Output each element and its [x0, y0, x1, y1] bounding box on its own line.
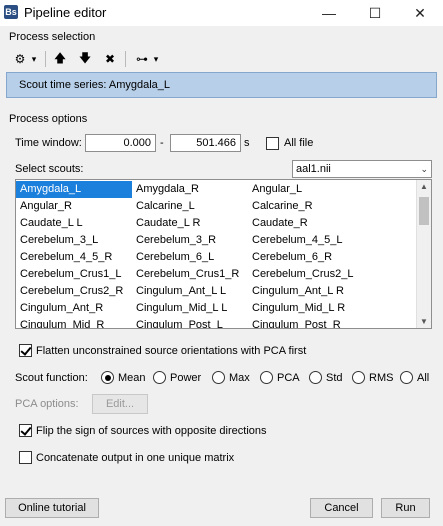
scout-item[interactable]: Cingulum_Post_R: [248, 317, 362, 328]
scout-item[interactable]: Caudate_L R: [132, 215, 246, 232]
scout-item[interactable]: Cingulum_Ant_R: [16, 300, 132, 317]
time-window-end-input[interactable]: 501.466: [170, 134, 241, 152]
gear-icon[interactable]: ⚙: [12, 50, 28, 68]
scout-function-radio[interactable]: [153, 371, 166, 384]
scout-function-radio[interactable]: [400, 371, 413, 384]
scout-item[interactable]: Caudate_L L: [16, 215, 132, 232]
atlas-dropdown[interactable]: aal1.nii ⌄: [292, 160, 432, 178]
scout-function-option-label: Power: [170, 372, 202, 384]
scout-item[interactable]: Cerebelum_Crus1_L: [16, 266, 132, 283]
close-icon[interactable]: ✕: [397, 0, 443, 26]
scout-function-radio[interactable]: [260, 371, 273, 384]
atlas-dropdown-value: aal1.nii: [296, 163, 331, 175]
time-window-unit: s: [244, 137, 250, 149]
scout-item[interactable]: Cingulum_Post_L: [132, 317, 246, 328]
scout-item[interactable]: Cerebelum_3_R: [132, 232, 246, 249]
move-up-arrow-icon[interactable]: 🡅: [52, 50, 68, 68]
gear-menu-chevron-down-icon[interactable]: ▾: [29, 50, 39, 68]
scout-function-option-label: RMS: [369, 372, 394, 384]
scout-item[interactable]: Amygdala_L: [16, 181, 132, 198]
scout-item[interactable]: Angular_L: [248, 181, 362, 198]
scout-function-radio[interactable]: [212, 371, 225, 384]
scout-function-option-label: Mean: [118, 372, 146, 384]
pipeline-tree-icon[interactable]: ⊶: [134, 50, 150, 68]
scout-item[interactable]: Cerebelum_4_5_L: [248, 232, 362, 249]
scout-function-option-label: Max: [229, 372, 250, 384]
scout-function-option-label: Std: [326, 372, 343, 384]
scout-function-option-label: All: [417, 372, 430, 384]
chevron-down-icon: ⌄: [420, 164, 428, 174]
all-file-label: All file: [284, 137, 314, 149]
pca-edit-button[interactable]: Edit...: [92, 394, 148, 414]
scout-list-scrollbar[interactable]: ▲ ▼: [416, 180, 431, 328]
flip-sign-label: Flip the sign of sources with opposite d…: [36, 425, 267, 437]
flatten-orientations-label: Flatten unconstrained source orientation…: [36, 345, 307, 357]
title-bar: Bs Pipeline editor — ☐ ✕: [0, 0, 443, 26]
scout-function-radio[interactable]: [101, 371, 114, 384]
window-title: Pipeline editor: [24, 5, 107, 20]
time-window-label: Time window:: [15, 137, 82, 149]
scout-item[interactable]: Cerebelum_4_5_R: [16, 249, 132, 266]
scout-item[interactable]: Cerebelum_6_L: [132, 249, 246, 266]
select-scouts-label: Select scouts:: [15, 163, 84, 175]
scout-function-option-label: PCA: [277, 372, 300, 384]
scout-item[interactable]: Cerebelum_3_L: [16, 232, 132, 249]
concatenate-label: Concatenate output in one unique matrix: [36, 452, 235, 464]
scout-list[interactable]: Amygdala_L Amygdala_R Angular_L Angular_R Ca…: [15, 179, 432, 329]
time-window-start-input[interactable]: 0.000: [85, 134, 156, 152]
pca-options-label: PCA options:: [15, 398, 79, 410]
concatenate-checkbox[interactable]: [19, 451, 32, 464]
selected-process-item[interactable]: Scout time series: Amygdala_L: [6, 72, 437, 98]
tree-menu-chevron-down-icon[interactable]: ▾: [151, 50, 161, 68]
scout-item[interactable]: Cerebelum_Crus2_L: [248, 266, 362, 283]
scroll-up-arrow-icon[interactable]: ▲: [420, 182, 428, 191]
scout-function-radio[interactable]: [352, 371, 365, 384]
minimize-icon[interactable]: —: [306, 0, 352, 26]
time-window-separator: -: [160, 137, 164, 149]
scout-function-label: Scout function:: [15, 372, 88, 384]
scout-item[interactable]: Cingulum_Mid_R: [16, 317, 132, 328]
scout-item[interactable]: Cingulum_Mid_L R: [248, 300, 362, 317]
scout-item[interactable]: Calcarine_R: [248, 198, 362, 215]
online-tutorial-button[interactable]: Online tutorial: [5, 498, 99, 518]
flatten-orientations-checkbox[interactable]: [19, 344, 32, 357]
scout-item[interactable]: Cingulum_Ant_L R: [248, 283, 362, 300]
flip-sign-checkbox[interactable]: [19, 424, 32, 437]
scout-item[interactable]: Cingulum_Mid_L L: [132, 300, 246, 317]
scout-item[interactable]: Cerebelum_Crus1_R: [132, 266, 246, 283]
toolbar-divider: [45, 51, 46, 67]
scout-item[interactable]: Cerebelum_6_R: [248, 249, 362, 266]
scout-item[interactable]: Amygdala_R: [132, 181, 246, 198]
delete-process-icon[interactable]: ✖: [102, 50, 118, 68]
scout-item[interactable]: Cingulum_Ant_L L: [132, 283, 246, 300]
run-button[interactable]: Run: [381, 498, 430, 518]
maximize-icon[interactable]: ☐: [352, 0, 398, 26]
scroll-down-arrow-icon[interactable]: ▼: [420, 317, 428, 326]
scout-item[interactable]: Cerebelum_Crus2_R: [16, 283, 132, 300]
move-down-arrow-icon[interactable]: 🡇: [77, 50, 93, 68]
process-options-title: Process options: [9, 113, 88, 125]
scrollbar-thumb[interactable]: [419, 197, 429, 225]
scout-item[interactable]: Caudate_R: [248, 215, 362, 232]
scout-item[interactable]: Calcarine_L: [132, 198, 246, 215]
scout-item[interactable]: Angular_R: [16, 198, 132, 215]
cancel-button[interactable]: Cancel: [310, 498, 373, 518]
process-selection-title: Process selection: [9, 31, 96, 43]
scout-function-radio[interactable]: [309, 371, 322, 384]
toolbar-divider: [125, 51, 126, 67]
brainstorm-app-icon: Bs: [4, 5, 18, 19]
all-file-checkbox[interactable]: [266, 137, 279, 150]
